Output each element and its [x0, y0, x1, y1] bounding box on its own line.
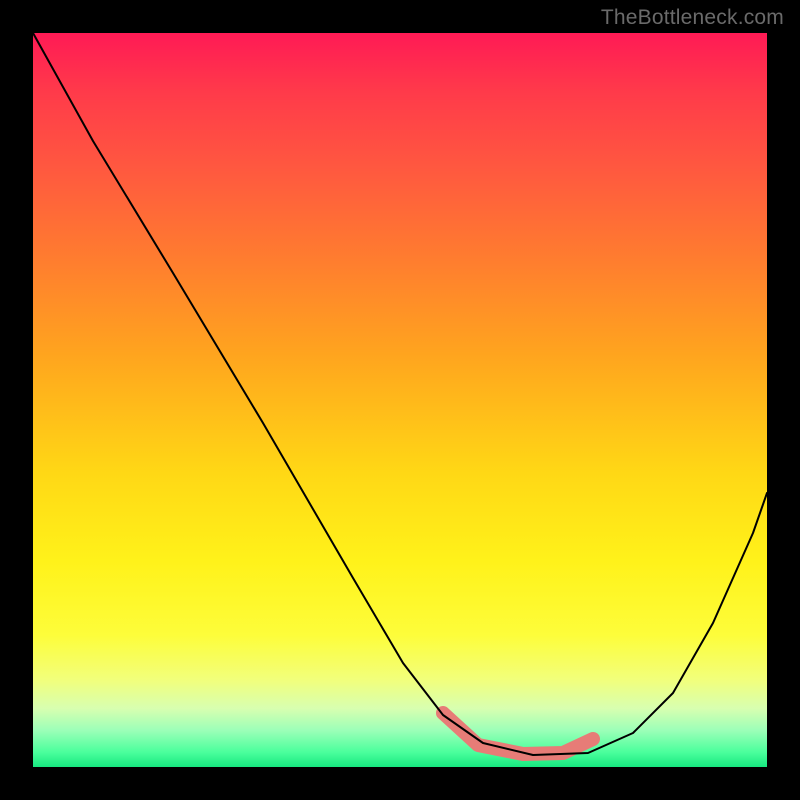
watermark-text: TheBottleneck.com: [601, 6, 784, 30]
chart-frame: TheBottleneck.com: [0, 0, 800, 800]
chart-svg: [33, 33, 767, 767]
bottleneck-curve: [33, 33, 767, 755]
highlight-band: [443, 713, 593, 754]
chart-plot-area: [33, 33, 767, 767]
